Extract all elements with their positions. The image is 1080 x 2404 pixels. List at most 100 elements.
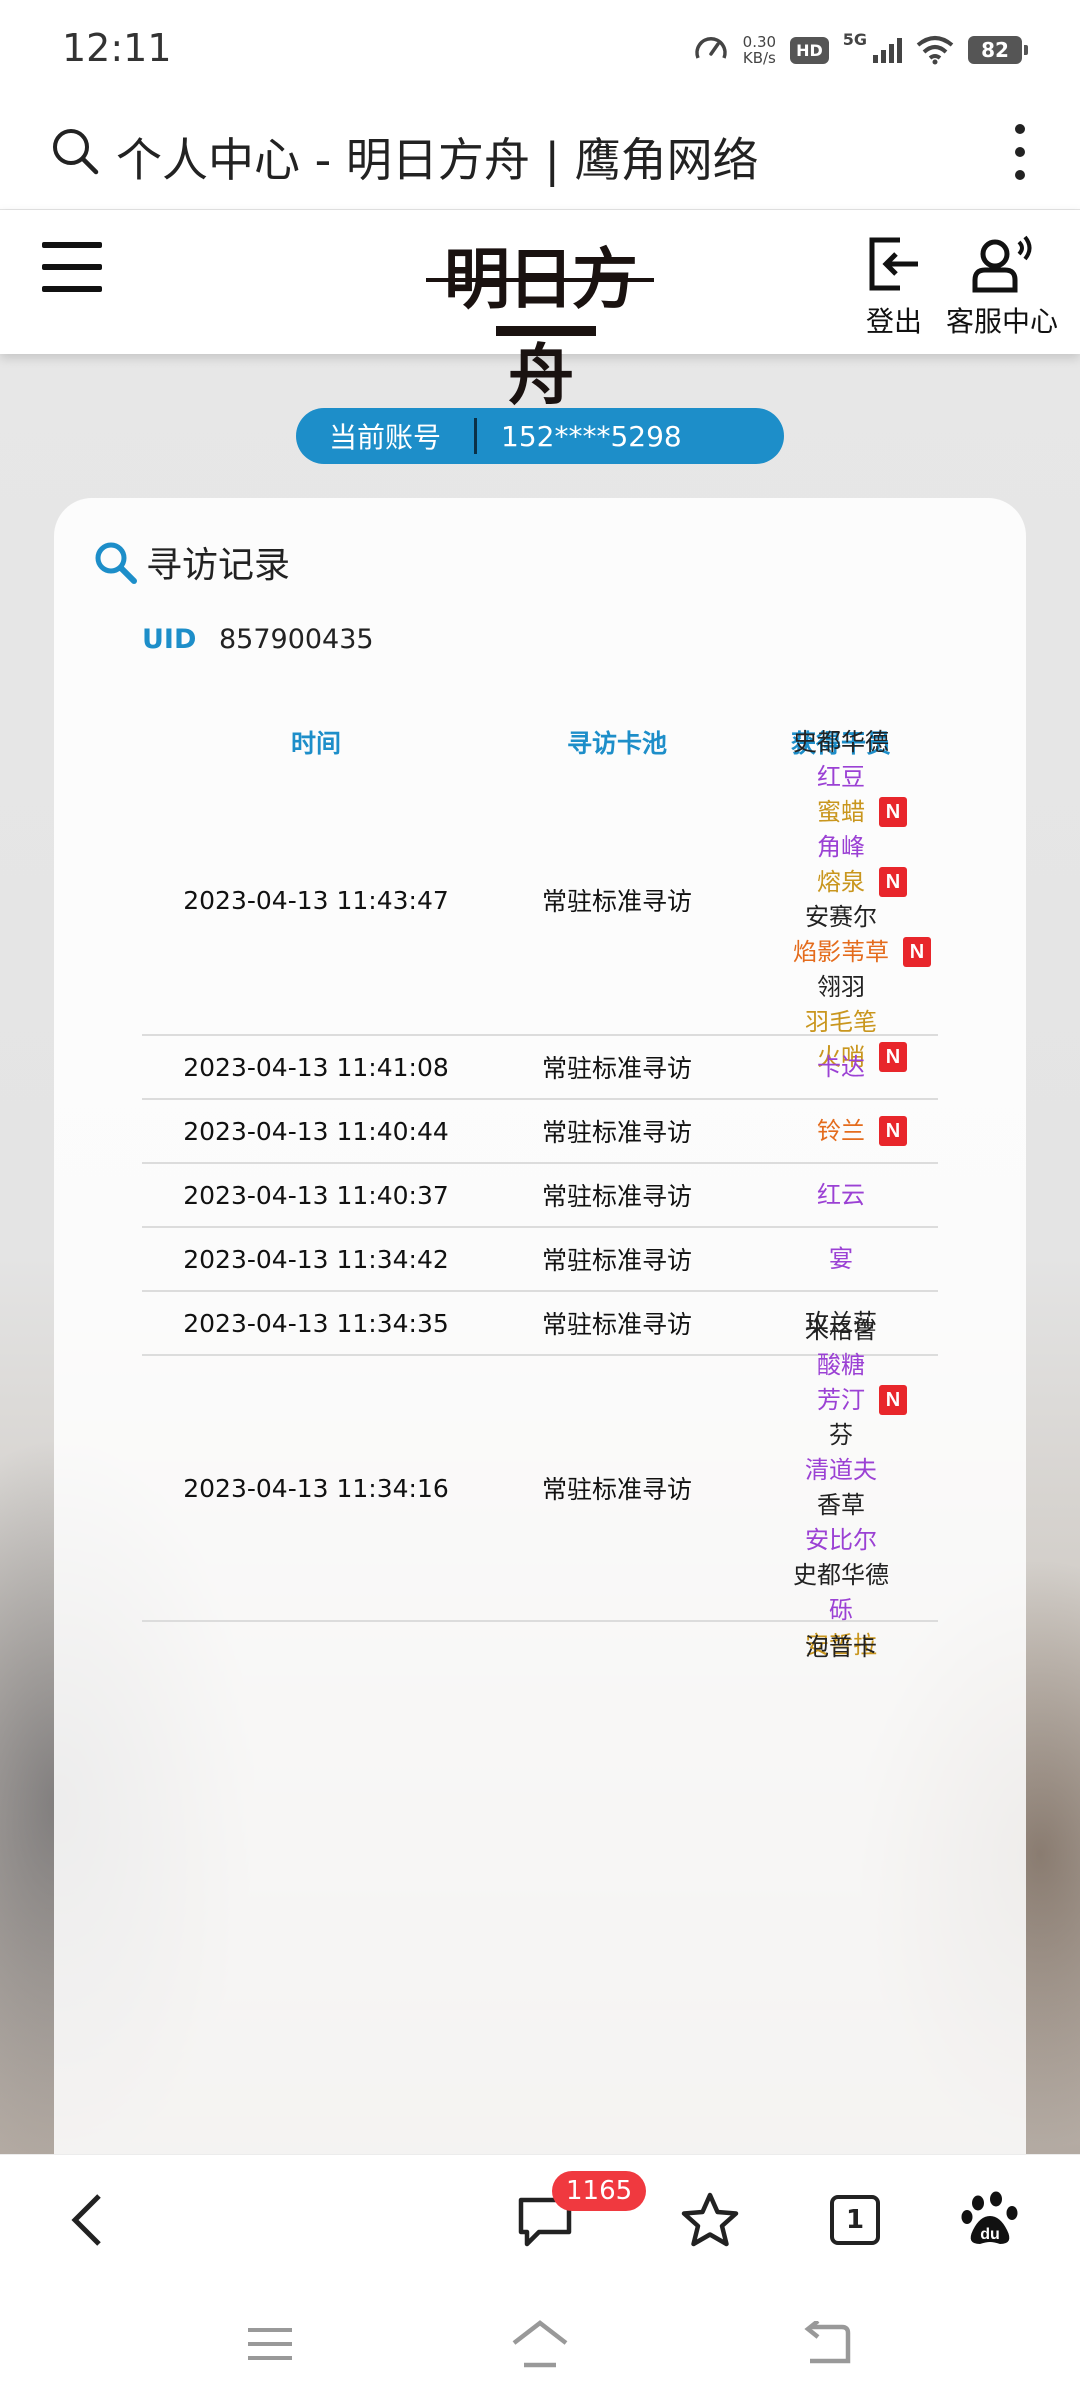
new-badge: N [903, 937, 931, 967]
support-center-button[interactable]: 客服中心 [946, 234, 1058, 340]
operator-item: 卡达 [817, 1050, 865, 1085]
operator-item: 宴 [829, 1242, 853, 1277]
operator-item: 芳汀 N [817, 1383, 907, 1418]
baidu-paw-icon: du [961, 2191, 1018, 2244]
logo-text: 明日方舟 [444, 240, 638, 414]
operator-name: 米格鲁 [805, 1316, 877, 1344]
table-row: 泡普卡 [142, 1622, 938, 1682]
operator-item: 砾 [829, 1593, 853, 1628]
cell-operators: 铃兰 N [744, 1114, 938, 1149]
operator-name: 熔泉 [817, 868, 865, 896]
new-badge: N [879, 797, 907, 827]
cell-operators: 宴 [744, 1242, 938, 1277]
cell-pool: 常驻标准寻访 [541, 1182, 692, 1211]
search-icon [95, 542, 137, 584]
hamburger-menu-icon[interactable] [42, 242, 102, 292]
operator-name: 芳汀 [817, 1386, 865, 1414]
operator-name: 蜜蜡 [817, 798, 865, 826]
operator-item: 泡普卡 [805, 1630, 877, 1665]
back-arrow-icon [804, 2321, 851, 2364]
cell-pool: 常驻标准寻访 [541, 1054, 692, 1083]
logo[interactable]: 明日方舟 [420, 226, 660, 414]
uid-label: UID [142, 624, 197, 655]
favorite-button[interactable] [675, 2185, 745, 2255]
cell-operators: 红云 [744, 1178, 938, 1213]
speed-gauge-icon [694, 37, 727, 59]
account-label: 当前账号 [328, 421, 441, 454]
operator-name: 史都华德 [793, 1561, 889, 1589]
cell-operators: 卡达 [744, 1050, 938, 1085]
operator-name: 芬 [829, 1421, 853, 1449]
network-speed-unit: KB/s [742, 49, 776, 67]
card-title: 寻访记录 [92, 536, 290, 588]
operator-name: 红豆 [817, 763, 865, 791]
cell-time: 2023-04-13 11:40:37 [183, 1180, 449, 1210]
baidu-button[interactable]: du [955, 2185, 1025, 2255]
home-icon [512, 2320, 568, 2368]
more-menu-icon[interactable] [1010, 124, 1030, 180]
star-icon [681, 2192, 739, 2247]
cell-pool: 常驻标准寻访 [541, 1118, 692, 1147]
operator-name: 翎羽 [817, 973, 865, 1001]
operator-item: 红云 [817, 1178, 865, 1213]
cell-time: 2023-04-13 11:43:47 [183, 885, 449, 915]
operator-item: 安赛尔 [805, 900, 877, 935]
table-body: 2023-04-13 11:43:47 常驻标准寻访 史都华德 红豆 蜜蜡 N 角峰 熔泉 N 安… [142, 728, 938, 1682]
status-icons: 0.30 KB/s HD 5G 82 [693, 30, 1028, 70]
system-back-button[interactable] [790, 2314, 860, 2374]
cell-operators: 米格鲁 酸糖 芳汀 N 芬清道夫 香草 安比尔 史都华德砾安哲拉 [744, 1313, 938, 1663]
search-icon[interactable] [50, 126, 100, 176]
network-speed-value: 0.30 [742, 33, 777, 51]
cell-time: 2023-04-13 11:41:08 [183, 1052, 449, 1082]
account-value: 152****5298 [501, 419, 682, 453]
operator-item: 酸糖 [817, 1348, 865, 1383]
operator-item: 史都华德 [793, 1558, 889, 1593]
browser-toolbar: 1165 1 du [0, 2154, 1080, 2284]
status-time: 12:11 [62, 26, 172, 70]
table-row: 2023-04-13 11:34:16 常驻标准寻访 米格鲁 酸糖 芳汀 N 芬清道夫 香草安… [142, 1316, 938, 1659]
operator-name: 安赛尔 [805, 903, 877, 931]
uid-row: UID 857900435 [142, 624, 374, 655]
operator-item: 芬 [829, 1418, 853, 1453]
operator-name: 泡普卡 [805, 1633, 877, 1661]
comment-count-badge: 1165 [552, 2171, 647, 2211]
cell-time: 2023-04-13 11:34:42 [183, 1244, 449, 1274]
home-button[interactable] [505, 2314, 575, 2374]
logout-icon [869, 237, 918, 291]
content-area: 当前账号 152****5298 寻访记录 UID 857900435 时间 寻… [0, 354, 1080, 2218]
cell-pool: 常驻标准寻访 [541, 1246, 692, 1275]
operator-item: 角峰 [817, 830, 865, 865]
new-badge: N [879, 1385, 907, 1415]
recent-apps-button[interactable] [235, 2314, 305, 2374]
customer-service-icon [972, 235, 1032, 293]
operator-name: 焰影苇草 [793, 938, 889, 966]
operator-item: 翎羽 [817, 970, 865, 1005]
table-row: 2023-04-13 11:34:42 常驻标准寻访 宴 [142, 1228, 938, 1292]
operator-item: 米格鲁 [805, 1313, 877, 1348]
new-badge: N [879, 867, 907, 897]
column-header-pool: 寻访卡池 [566, 729, 667, 758]
logout-button[interactable]: 登出 [864, 234, 924, 340]
battery-icon: 82 [968, 36, 1028, 64]
hd-badge: HD [790, 36, 829, 64]
operator-item: 史都华德 [793, 725, 889, 760]
table-row: 2023-04-13 11:40:44 常驻标准寻访 铃兰 N [142, 1100, 938, 1164]
browser-address-bar[interactable]: 个人中心 - 明日方舟 | 鹰角网络 [0, 96, 1080, 210]
back-button[interactable] [52, 2185, 122, 2255]
operator-item: 香草 [817, 1488, 865, 1523]
gacha-table: 时间 寻访卡池 获得干员 2023-04-13 11:43:47 常驻标准寻访 史都… [142, 718, 938, 1682]
logo-bar [496, 326, 596, 336]
network-type: 5G [842, 30, 867, 49]
network-speed: 0.30 KB/s [743, 34, 776, 66]
svg-text:du: du [980, 2226, 1000, 2243]
operator-item: 蜜蜡 N [817, 795, 907, 830]
operator-name: 酸糖 [817, 1351, 865, 1379]
card-title-text: 寻访记录 [146, 545, 291, 586]
operator-name: 铃兰 [817, 1116, 865, 1145]
wifi-icon [916, 36, 954, 65]
tabs-button[interactable]: 1 [820, 2185, 890, 2255]
page-title[interactable]: 个人中心 - 明日方舟 | 鹰角网络 [116, 124, 759, 190]
operator-name: 宴 [829, 1244, 853, 1273]
cell-time: 2023-04-13 11:40:44 [183, 1116, 449, 1146]
cell-pool: 常驻标准寻访 [541, 1310, 692, 1339]
